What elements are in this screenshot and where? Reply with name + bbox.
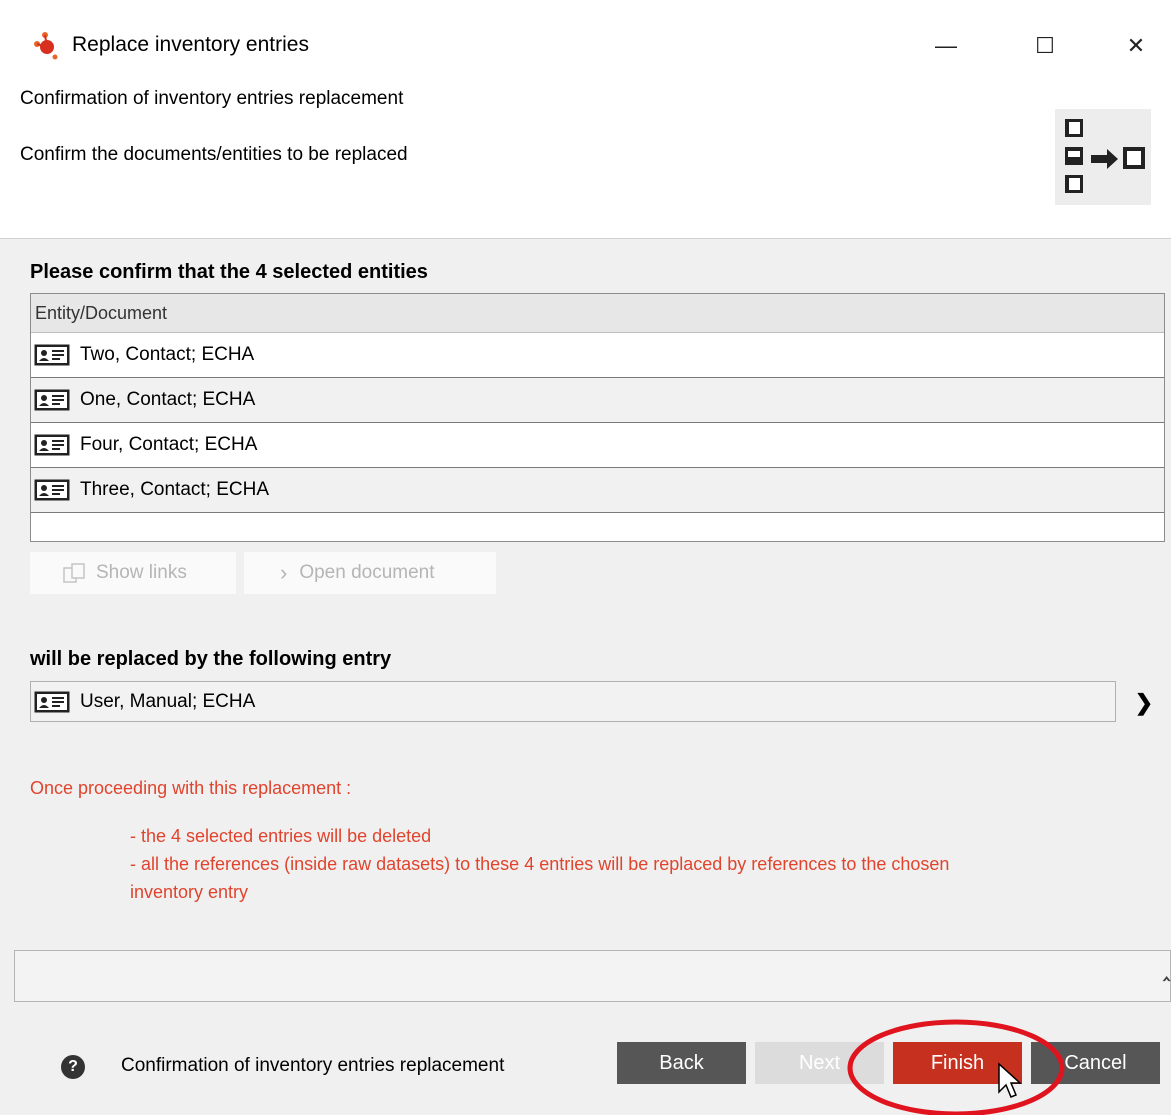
table-row[interactable]: Two, Contact; ECHA [31, 333, 1164, 378]
message-panel: ‸ [14, 950, 1171, 1002]
contact-card-icon [34, 691, 70, 713]
entities-table: Entity/Document Two, Contact; ECHA One, … [30, 293, 1165, 542]
minimize-icon: — [935, 33, 957, 58]
title-bar: Replace inventory entries — ☐ ✕ [0, 0, 1171, 88]
row-label: Three, Contact; ECHA [80, 479, 270, 500]
minimize-button[interactable]: — [916, 24, 976, 68]
help-icon[interactable]: ? [61, 1055, 85, 1079]
table-row[interactable]: One, Contact; ECHA [31, 378, 1164, 423]
cancel-button[interactable]: Cancel [1031, 1042, 1160, 1084]
maximize-button[interactable]: ☐ [1015, 24, 1075, 68]
replace-entities-icon [1055, 109, 1151, 205]
row-label: One, Contact; ECHA [80, 389, 256, 410]
chevron-right-icon: › [280, 560, 288, 585]
replacement-entry-label: User, Manual; ECHA [80, 690, 256, 712]
contact-card-icon [34, 479, 70, 501]
expand-caret-icon[interactable]: ‸ [1163, 957, 1170, 982]
finish-button[interactable]: Finish [893, 1042, 1022, 1084]
row-label: Four, Contact; ECHA [80, 434, 258, 455]
wizard-header: Confirmation of inventory entries replac… [0, 82, 1171, 239]
back-button[interactable]: Back [617, 1042, 746, 1084]
row-label: Two, Contact; ECHA [80, 344, 255, 365]
app-logo-icon [34, 32, 58, 60]
contact-card-icon [34, 344, 70, 366]
warning-line-3: inventory entry [130, 882, 249, 902]
column-header-entity-document[interactable]: Entity/Document [31, 294, 1164, 333]
close-button[interactable]: ✕ [1106, 24, 1166, 68]
window-title: Replace inventory entries [72, 33, 309, 56]
next-button[interactable]: Next [755, 1042, 884, 1084]
show-links-label: Show links [96, 562, 187, 583]
table-row[interactable]: Three, Contact; ECHA [31, 468, 1164, 513]
header-title: Confirmation of inventory entries replac… [20, 88, 404, 109]
warning-line-2: - all the references (inside raw dataset… [130, 854, 950, 874]
footer-status-text: Confirmation of inventory entries replac… [121, 1055, 505, 1076]
show-links-icon [63, 563, 85, 583]
open-document-button[interactable]: › Open document [244, 552, 496, 594]
warning-line-1: - the 4 selected entries will be deleted [130, 826, 432, 846]
warning-intro: Once proceeding with this replacement : [30, 778, 352, 798]
table-row[interactable]: Four, Contact; ECHA [31, 423, 1164, 468]
open-replacement-button[interactable]: ❯ [1126, 686, 1162, 720]
maximize-icon: ☐ [1035, 33, 1055, 58]
header-subtitle: Confirm the documents/entities to be rep… [20, 144, 408, 165]
selected-entities-heading: Please confirm that the 4 selected entit… [30, 261, 428, 283]
chevron-right-icon: ❯ [1134, 690, 1154, 715]
replacement-heading: will be replaced by the following entry [30, 648, 392, 670]
replacement-entry-field[interactable]: User, Manual; ECHA [30, 681, 1116, 722]
close-icon: ✕ [1126, 33, 1146, 58]
open-document-label: Open document [299, 562, 435, 583]
contact-card-icon [34, 389, 70, 411]
contact-card-icon [34, 434, 70, 456]
show-links-button[interactable]: Show links [30, 552, 236, 594]
